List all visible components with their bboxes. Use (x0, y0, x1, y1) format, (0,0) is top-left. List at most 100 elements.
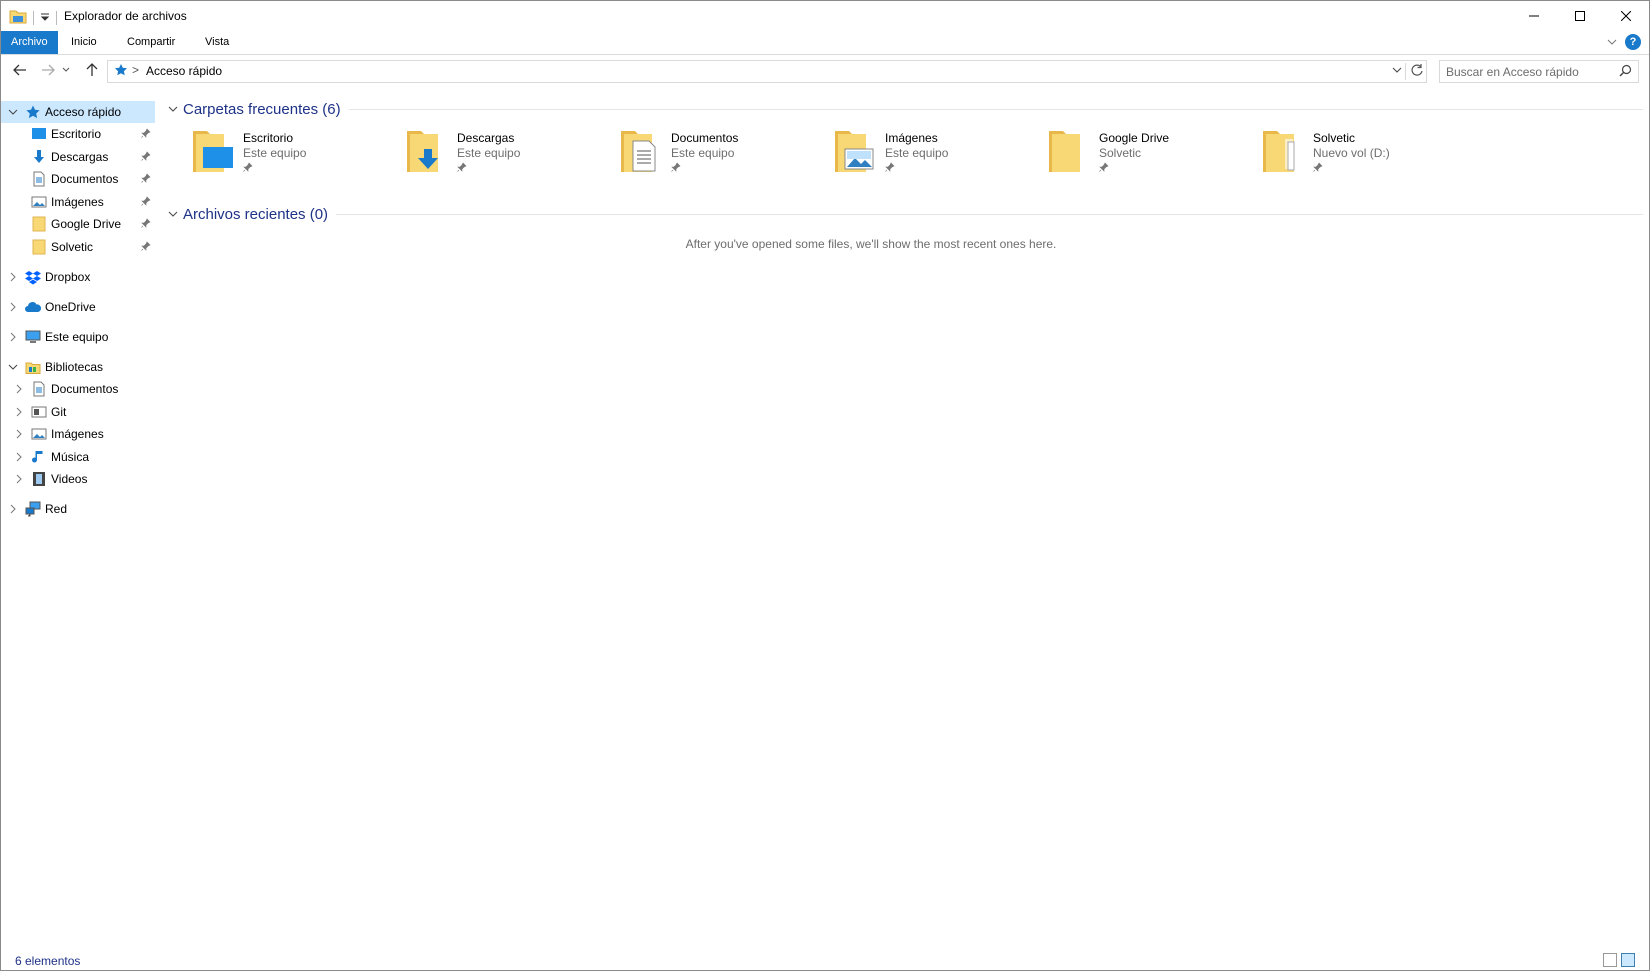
sidebar-item-label: Google Drive (51, 217, 122, 231)
sidebar-item-google-drive[interactable]: Google Drive (1, 213, 155, 235)
pin-icon (141, 128, 151, 138)
sidebar-item-lib-imagenes[interactable]: Imágenes (1, 423, 155, 445)
tab-inicio[interactable]: Inicio (61, 31, 107, 54)
view-toggle (1603, 953, 1635, 967)
tile-name: Escritorio (243, 131, 294, 145)
sidebar-item-label: Música (51, 450, 90, 464)
minimize-icon (1529, 15, 1539, 17)
expand-ribbon-chevron-icon[interactable] (1607, 35, 1617, 49)
sidebar-item-label: OneDrive (45, 300, 96, 314)
chevron-right-icon (16, 429, 22, 439)
forward-button[interactable] (37, 59, 59, 81)
large-icons-view-button[interactable] (1621, 953, 1635, 967)
sidebar-item-label: Git (51, 405, 67, 419)
sidebar-item-lib-git[interactable]: Git (1, 401, 155, 423)
sidebar-item-documentos[interactable]: Documentos (1, 168, 155, 190)
tab-compartir[interactable]: Compartir (117, 31, 185, 54)
frequent-folder-solvetic[interactable]: Solvetic Nuevo vol (D:) (1261, 127, 1471, 179)
sidebar-item-lib-musica[interactable]: Música (1, 446, 155, 468)
group-header-frequent[interactable]: Carpetas frecuentes (6) (167, 97, 1643, 121)
tile-location: Solvetic (1099, 146, 1142, 160)
videos-icon (33, 472, 45, 486)
quick-access-toolbar (9, 8, 57, 27)
frequent-folder-descargas[interactable]: Descargas Este equipo (405, 127, 615, 179)
tile-name: Google Drive (1099, 131, 1170, 145)
sidebar-item-onedrive[interactable]: OneDrive (1, 296, 155, 318)
chevron-right-icon (10, 272, 16, 282)
back-arrow-icon (13, 64, 26, 76)
desktop-folder-icon (193, 131, 233, 172)
address-dropdown-button[interactable] (1392, 63, 1402, 80)
breadcrumb-separator: > (132, 63, 140, 77)
sidebar-item-dropbox[interactable]: Dropbox (1, 266, 155, 288)
sidebar-item-imagenes[interactable]: Imágenes (1, 191, 155, 213)
customize-qat-icon[interactable] (40, 11, 50, 25)
frequent-folder-imagenes[interactable]: Imágenes Este equipo (833, 127, 1043, 179)
refresh-icon (1411, 64, 1423, 76)
address-bar[interactable]: > Acceso rápido (107, 60, 1427, 83)
folder-icon (32, 216, 46, 232)
pictures-icon (31, 428, 47, 440)
sidebar-item-label: Documentos (51, 382, 119, 396)
tab-archivo[interactable]: Archivo (1, 31, 58, 54)
sidebar-item-label: Imágenes (51, 427, 104, 441)
minimize-button[interactable] (1511, 1, 1557, 31)
sidebar-item-lib-videos[interactable]: Videos (1, 468, 155, 490)
pin-icon (1099, 162, 1109, 172)
sidebar-item-acceso-rapido[interactable]: Acceso rápido (1, 101, 155, 123)
search-input[interactable] (1444, 62, 1618, 81)
dropbox-icon (25, 271, 41, 285)
frequent-folder-google-drive[interactable]: Google Drive Solvetic (1047, 127, 1257, 179)
maximize-icon (1575, 11, 1585, 21)
qat-separator (56, 10, 57, 25)
sidebar-item-lib-documentos[interactable]: Documentos (1, 378, 155, 400)
frequent-folder-documentos[interactable]: Documentos Este equipo (619, 127, 829, 179)
chevron-down-icon (168, 106, 178, 112)
group-header-recent[interactable]: Archivos recientes (0) (167, 202, 1643, 226)
documents-icon (33, 171, 45, 187)
details-view-button[interactable] (1603, 953, 1617, 967)
refresh-button[interactable] (1405, 63, 1424, 80)
window-title: Explorador de archivos (64, 9, 187, 23)
folder-icon (32, 239, 46, 255)
documents-icon (33, 381, 45, 397)
chevron-right-icon (10, 504, 16, 514)
close-icon (1621, 11, 1631, 21)
content-pane: Carpetas frecuentes (6) Escritorio Este … (161, 97, 1649, 917)
network-icon (25, 501, 41, 517)
tab-vista[interactable]: Vista (195, 31, 239, 54)
folder-icon (1049, 131, 1080, 172)
sidebar-item-label: Red (45, 502, 68, 516)
tile-location: Este equipo (457, 146, 521, 160)
onedrive-icon (25, 302, 41, 312)
close-button[interactable] (1603, 1, 1649, 31)
sidebar-item-solvetic[interactable]: Solvetic (1, 236, 155, 258)
tile-name: Solvetic (1313, 131, 1356, 145)
search-icon[interactable] (1619, 64, 1632, 80)
sidebar-item-red[interactable]: Red (1, 498, 155, 520)
sidebar-item-bibliotecas[interactable]: Bibliotecas (1, 356, 155, 378)
breadcrumb-acceso-rapido[interactable]: Acceso rápido (146, 64, 222, 78)
chevron-down-icon (168, 211, 178, 217)
computer-icon (25, 330, 41, 343)
group-title: Archivos recientes (0) (183, 205, 329, 223)
recent-locations-button[interactable] (59, 59, 73, 81)
search-box[interactable] (1439, 60, 1639, 83)
sidebar-item-escritorio[interactable]: Escritorio (1, 123, 155, 145)
help-button[interactable]: ? (1625, 34, 1641, 50)
chevron-right-icon (16, 384, 22, 394)
chevron-down-icon (1392, 67, 1402, 73)
ribbon-right-controls: ? (1607, 34, 1641, 50)
git-icon (31, 406, 47, 418)
maximize-button[interactable] (1557, 1, 1603, 31)
up-button[interactable] (81, 59, 103, 81)
back-button[interactable] (9, 59, 31, 81)
downloads-icon (34, 150, 44, 163)
sidebar-item-este-equipo[interactable]: Este equipo (1, 326, 155, 348)
pin-icon (141, 151, 151, 161)
ribbon-tabs: Archivo Inicio Compartir Vista ? (1, 31, 1649, 55)
forward-arrow-icon (42, 64, 55, 76)
sidebar-item-descargas[interactable]: Descargas (1, 146, 155, 168)
sidebar-item-label: Escritorio (51, 127, 102, 141)
frequent-folder-escritorio[interactable]: Escritorio Este equipo (191, 127, 401, 179)
